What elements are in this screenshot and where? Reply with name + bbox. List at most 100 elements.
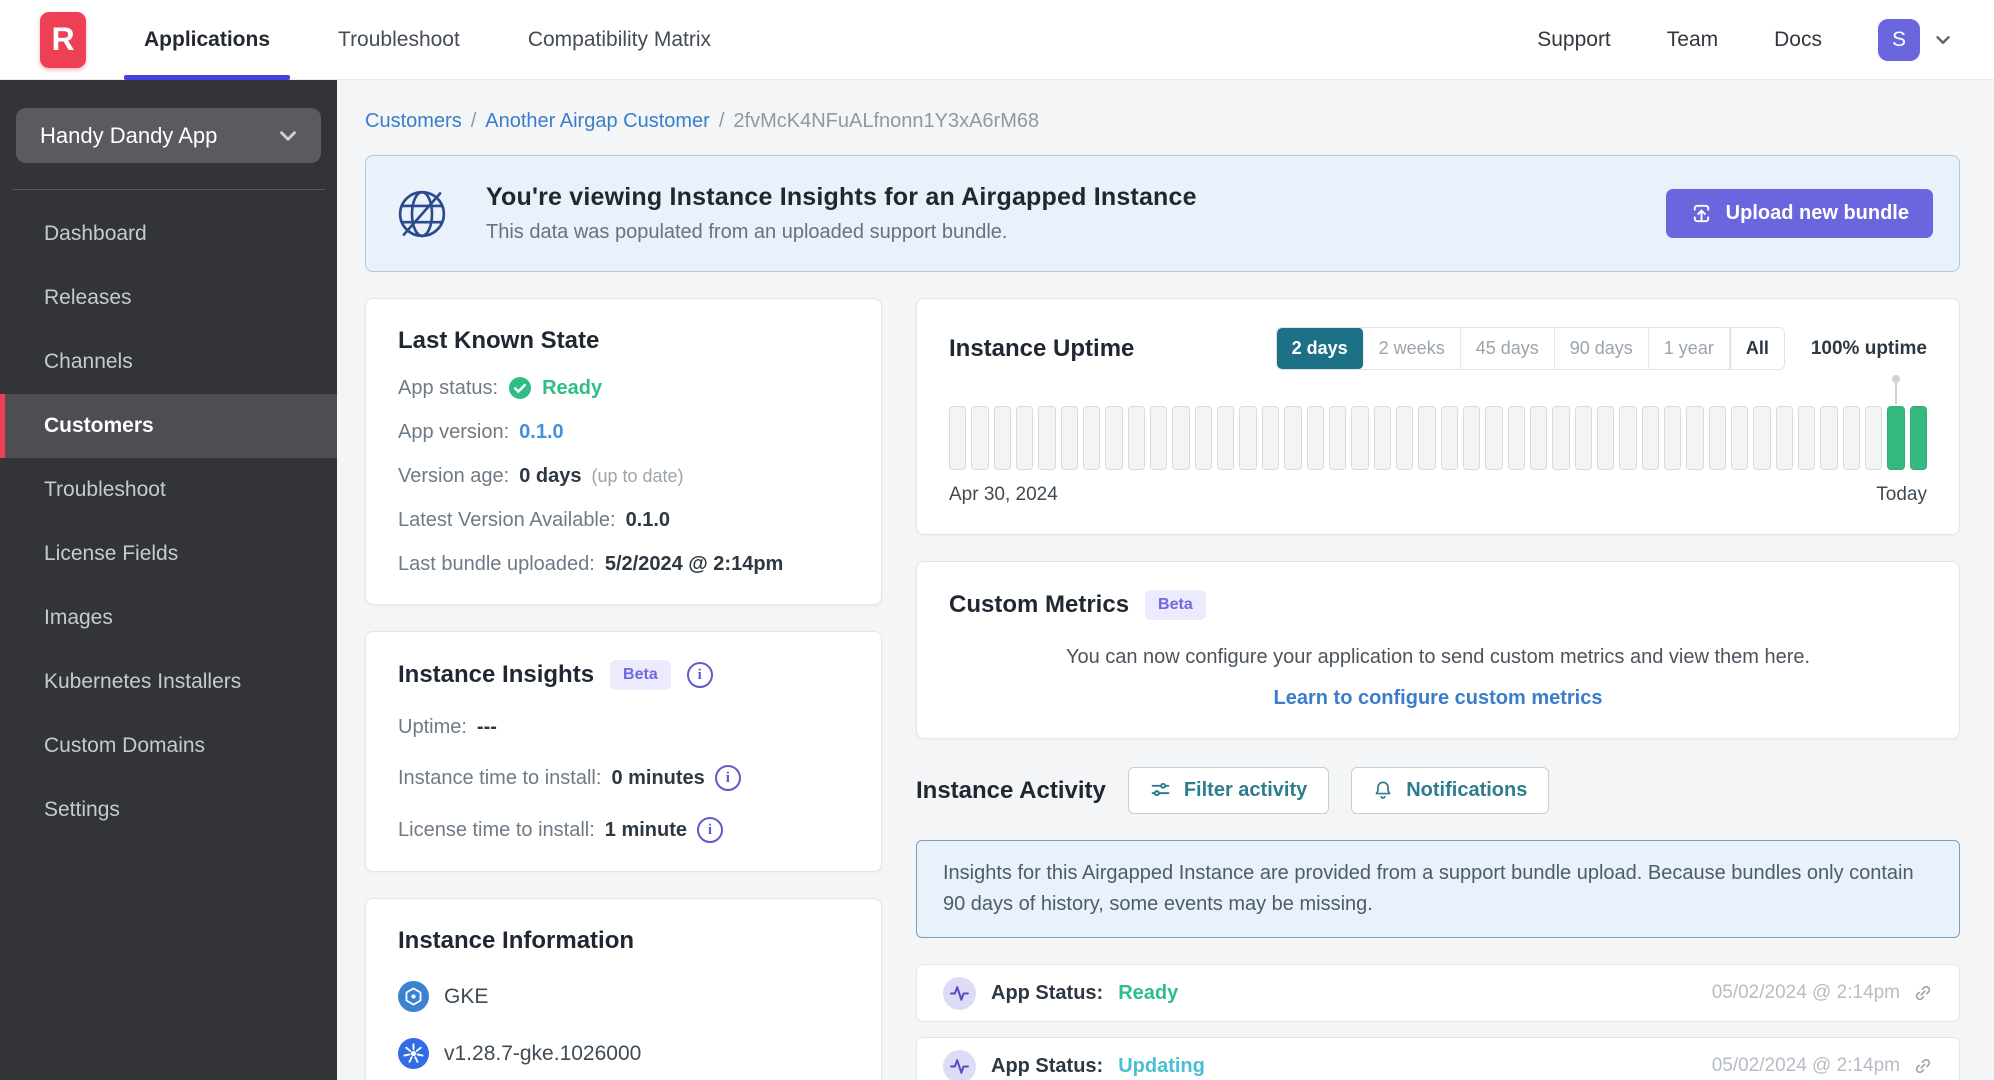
range-all[interactable]: All	[1729, 328, 1784, 369]
uptime-bar[interactable]	[1217, 406, 1235, 470]
sidebar-item-license-fields[interactable]: License Fields	[0, 522, 337, 586]
uptime-bar[interactable]	[1373, 406, 1391, 470]
uptime-bar[interactable]	[1708, 406, 1727, 470]
uptime-bar[interactable]	[1150, 406, 1168, 470]
range-2-days[interactable]: 2 days	[1276, 328, 1364, 369]
app-version-link[interactable]: 0.1.0	[519, 421, 563, 444]
activity-timestamp: 05/02/2024 @ 2:14pm	[1711, 1055, 1900, 1076]
sidebar-item-kubernetes-installers[interactable]: Kubernetes Installers	[0, 650, 337, 714]
nav-support[interactable]: Support	[1537, 28, 1611, 52]
uptime-bar[interactable]	[971, 406, 989, 470]
uptime-bar[interactable]	[1731, 406, 1749, 470]
uptime-bar[interactable]	[1284, 406, 1302, 470]
sidebar-divider	[12, 189, 325, 190]
breadcrumb-customer-link[interactable]: Another Airgap Customer	[485, 110, 710, 133]
notifications-button[interactable]: Notifications	[1351, 767, 1550, 814]
account-menu[interactable]: S	[1878, 18, 1954, 61]
uptime-bar[interactable]	[1172, 406, 1190, 470]
uptime-bar[interactable]	[1529, 406, 1548, 470]
sidebar-nav: Dashboard Releases Channels Customers Tr…	[0, 202, 337, 842]
uptime-bar[interactable]	[1038, 406, 1056, 470]
info-icon[interactable]: i	[714, 765, 741, 791]
uptime-bar[interactable]	[1395, 406, 1414, 470]
uptime-bar[interactable]	[949, 406, 967, 470]
uptime-bar[interactable]	[1574, 406, 1592, 470]
sidebar-item-customers[interactable]: Customers	[0, 394, 337, 458]
uptime-bar[interactable]	[1261, 406, 1280, 470]
uptime-bar[interactable]	[1127, 406, 1146, 470]
sidebar-item-custom-domains[interactable]: Custom Domains	[0, 714, 337, 778]
nav-docs[interactable]: Docs	[1774, 28, 1822, 52]
uptime-bar[interactable]	[1194, 406, 1213, 470]
uptime-bar[interactable]	[1239, 406, 1257, 470]
sidebar-item-dashboard[interactable]: Dashboard	[0, 202, 337, 266]
sidebar-item-troubleshoot[interactable]: Troubleshoot	[0, 458, 337, 522]
replicated-logo[interactable]: R	[40, 11, 86, 68]
uptime-bar[interactable]	[1641, 406, 1659, 470]
permalink-icon[interactable]	[1913, 1056, 1933, 1076]
uptime-bar[interactable]	[1105, 406, 1123, 470]
uptime-bar[interactable]	[1016, 406, 1034, 470]
uptime-bar[interactable]	[1351, 406, 1369, 470]
uptime-bar[interactable]	[1552, 406, 1570, 470]
nav-applications[interactable]: Applications	[123, 0, 291, 80]
uptime-bars	[949, 406, 1928, 470]
uptime-bar[interactable]	[993, 406, 1012, 470]
sidebar-item-channels[interactable]: Channels	[0, 330, 337, 394]
uptime-bar[interactable]	[1686, 406, 1704, 470]
uptime-bar[interactable]	[1440, 406, 1458, 470]
nav-compatibility-matrix[interactable]: Compatibility Matrix	[528, 0, 711, 80]
sidebar-item-settings[interactable]: Settings	[0, 778, 337, 842]
version-age-label: Version age:	[398, 465, 510, 487]
upload-new-bundle-button[interactable]: Upload new bundle	[1665, 189, 1933, 238]
breadcrumb-customers-link[interactable]: Customers	[365, 110, 462, 133]
instance-insights-title: Instance Insights	[398, 661, 595, 688]
uptime-bar[interactable]	[1083, 406, 1101, 470]
range-1-year[interactable]: 1 year	[1649, 328, 1730, 369]
uptime-bar[interactable]	[1909, 406, 1928, 470]
chevron-down-icon[interactable]	[1932, 29, 1954, 51]
uptime-bar[interactable]	[1418, 406, 1436, 470]
top-navbar: R Applications Troubleshoot Compatibilit…	[0, 0, 1994, 80]
notifications-label: Notifications	[1406, 779, 1528, 801]
uptime-bar[interactable]	[1753, 406, 1771, 470]
avatar[interactable]: S	[1878, 18, 1920, 61]
info-icon[interactable]: i	[697, 817, 724, 843]
range-45-days[interactable]: 45 days	[1461, 328, 1555, 369]
uptime-bar[interactable]	[1887, 406, 1905, 470]
range-90-days[interactable]: 90 days	[1555, 328, 1649, 369]
nav-troubleshoot[interactable]: Troubleshoot	[338, 0, 460, 80]
permalink-icon[interactable]	[1913, 983, 1933, 1003]
instance-activity-title: Instance Activity	[916, 776, 1106, 804]
sidebar-item-images[interactable]: Images	[0, 586, 337, 650]
activity-row[interactable]: App Status: Updating 05/02/2024 @ 2:14pm	[916, 1037, 1960, 1080]
uptime-bar[interactable]	[1328, 406, 1347, 470]
filter-activity-button[interactable]: Filter activity	[1127, 767, 1330, 814]
uptime-bar[interactable]	[1842, 406, 1861, 470]
uptime-bar[interactable]	[1060, 406, 1079, 470]
info-icon[interactable]: i	[686, 662, 713, 688]
app-selector[interactable]: Handy Dandy App	[16, 108, 321, 163]
uptime-bar[interactable]	[1485, 406, 1503, 470]
sidebar-item-releases[interactable]: Releases	[0, 266, 337, 330]
uptime-bar[interactable]	[1306, 406, 1324, 470]
nav-team[interactable]: Team	[1667, 28, 1718, 52]
uptime-bar[interactable]	[1664, 406, 1682, 470]
range-2-weeks[interactable]: 2 weeks	[1364, 328, 1461, 369]
breadcrumb-separator: /	[470, 110, 477, 132]
uptime-bar[interactable]	[1775, 406, 1794, 470]
uptime-bar[interactable]	[1596, 406, 1615, 470]
uptime-bar[interactable]	[1798, 406, 1816, 470]
uptime-bar[interactable]	[1820, 406, 1838, 470]
uptime-bar[interactable]	[1462, 406, 1481, 470]
uptime-bar[interactable]	[1507, 406, 1525, 470]
app-status-label: App status:	[398, 376, 499, 399]
activity-row[interactable]: App Status: Ready 05/02/2024 @ 2:14pm	[916, 964, 1960, 1022]
configure-custom-metrics-link[interactable]: Learn to configure custom metrics	[949, 687, 1927, 710]
uptime-bar[interactable]	[1865, 406, 1883, 470]
uptime-bar[interactable]	[1619, 406, 1637, 470]
k8s-version-row: v1.28.7-gke.1026000	[398, 1038, 849, 1069]
banner-subtitle: This data was populated from an uploaded…	[486, 221, 1008, 243]
app-status-value: Ready	[542, 376, 603, 399]
instance-information-title: Instance Information	[398, 927, 635, 954]
